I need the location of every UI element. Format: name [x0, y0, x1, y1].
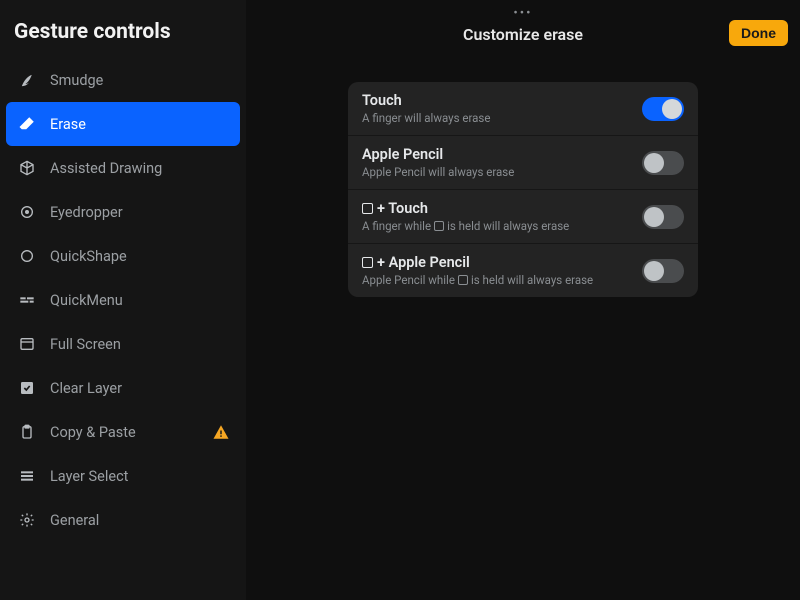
options-group: Touch A finger will always erase Apple P… — [348, 82, 698, 297]
target-icon — [16, 204, 38, 220]
warning-icon — [212, 423, 230, 441]
done-button[interactable]: Done — [729, 20, 788, 46]
gear-icon — [16, 512, 38, 528]
option-title: + Apple Pencil — [362, 254, 642, 271]
option-row-apple-pencil: Apple Pencil Apple Pencil will always er… — [348, 136, 698, 190]
sidebar-item-label: Assisted Drawing — [50, 160, 162, 177]
sidebar-item-label: QuickShape — [50, 248, 127, 265]
option-title: Touch — [362, 92, 642, 109]
sidebar-item-label: Erase — [50, 116, 86, 133]
option-title: Apple Pencil — [362, 146, 642, 163]
sidebar-item-label: General — [50, 512, 99, 529]
toggle-square-touch[interactable] — [642, 205, 684, 229]
option-subtitle: Apple Pencil while is held will always e… — [362, 273, 642, 287]
square-icon — [458, 275, 468, 285]
option-row-square-touch: + Touch A finger while is held will alwa… — [348, 190, 698, 244]
page-title: Customize erase — [463, 25, 583, 48]
sidebar-item-assisted-drawing[interactable]: Assisted Drawing — [6, 146, 240, 190]
toggle-square-apple-pencil[interactable] — [642, 259, 684, 283]
sidebar-item-label: Full Screen — [50, 336, 121, 353]
sidebar-item-layer-select[interactable]: Layer Select — [6, 454, 240, 498]
checkbox-icon — [16, 380, 38, 396]
smudge-icon — [16, 72, 38, 89]
sidebar-item-label: Copy & Paste — [50, 424, 136, 441]
sidebar-item-quickshape[interactable]: QuickShape — [6, 234, 240, 278]
sidebar-item-smudge[interactable]: Smudge — [6, 58, 240, 102]
erase-icon — [16, 115, 38, 133]
sidebar-title: Gesture controls — [0, 14, 246, 54]
sidebar-item-general[interactable]: General — [6, 498, 240, 542]
main-panel: ••• Customize erase Done Touch A finger … — [246, 0, 800, 600]
drag-handle-icon[interactable]: ••• — [246, 6, 800, 21]
square-icon — [434, 221, 444, 231]
square-icon — [362, 257, 373, 268]
option-subtitle: Apple Pencil will always erase — [362, 165, 642, 179]
sidebar-item-quickmenu[interactable]: QuickMenu — [6, 278, 240, 322]
toggle-apple-pencil[interactable] — [642, 151, 684, 175]
layers-icon — [16, 468, 38, 484]
sidebar: Gesture controls Smudge Erase Assisted D… — [0, 0, 246, 600]
circle-icon — [16, 248, 38, 264]
sidebar-item-label: QuickMenu — [50, 292, 123, 309]
sidebar-item-label: Smudge — [50, 72, 103, 89]
option-row-square-apple-pencil: + Apple Pencil Apple Pencil while is hel… — [348, 244, 698, 297]
main-header: ••• Customize erase Done — [246, 0, 800, 48]
option-row-touch: Touch A finger will always erase — [348, 82, 698, 136]
quickmenu-icon — [16, 292, 38, 308]
sidebar-item-eyedropper[interactable]: Eyedropper — [6, 190, 240, 234]
sidebar-item-full-screen[interactable]: Full Screen — [6, 322, 240, 366]
square-icon — [362, 203, 373, 214]
toggle-touch[interactable] — [642, 97, 684, 121]
fullscreen-icon — [16, 336, 38, 352]
clipboard-icon — [16, 424, 38, 440]
sidebar-item-label: Eyedropper — [50, 204, 123, 221]
option-subtitle: A finger will always erase — [362, 111, 642, 125]
sidebar-item-erase[interactable]: Erase — [6, 102, 240, 146]
sidebar-item-label: Clear Layer — [50, 380, 122, 397]
sidebar-item-clear-layer[interactable]: Clear Layer — [6, 366, 240, 410]
option-title: + Touch — [362, 200, 642, 217]
sidebar-item-label: Layer Select — [50, 468, 128, 485]
cube-icon — [16, 160, 38, 176]
sidebar-item-copy-paste[interactable]: Copy & Paste — [6, 410, 240, 454]
sidebar-list: Smudge Erase Assisted Drawing Eyedropper — [0, 54, 246, 546]
option-subtitle: A finger while is held will always erase — [362, 219, 642, 233]
